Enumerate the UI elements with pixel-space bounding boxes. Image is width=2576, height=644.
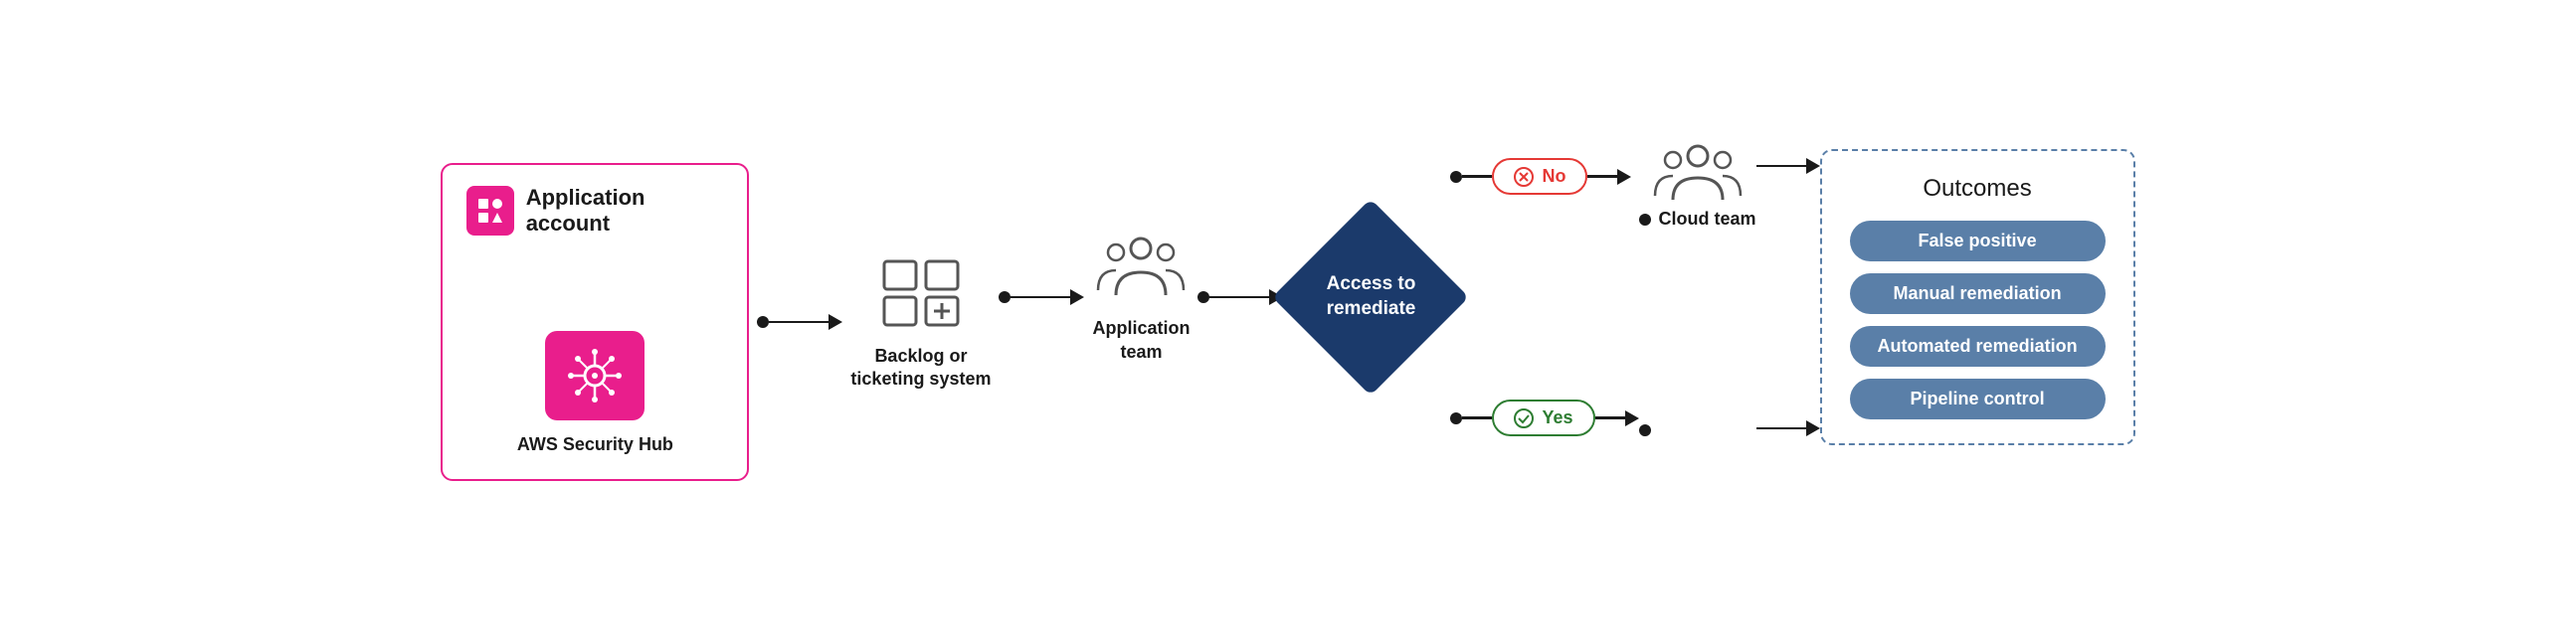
arrow-line-2: [1011, 296, 1070, 299]
cloud-team-icon: [1653, 138, 1743, 208]
backlog-icon: [876, 253, 966, 333]
outcome-false-positive: False positive: [1850, 221, 2106, 261]
no-outcomes-line: [1756, 165, 1806, 168]
yes-outcomes-head: [1806, 420, 1820, 436]
no-arrow-head: [1617, 169, 1631, 185]
branch-area: No Yes: [1450, 138, 1638, 456]
diagram: Application account: [0, 0, 2576, 644]
outcome-manual: Manual remediation: [1850, 273, 2106, 314]
no-branch-dot: [1450, 171, 1462, 183]
arrow-head-2: [1070, 289, 1084, 305]
right-branch-area: Cloud team: [1639, 138, 1756, 456]
app-team-node: Application team: [1092, 231, 1190, 364]
yes-icon: [1514, 408, 1534, 428]
no-branch: No: [1450, 158, 1631, 195]
arrow-head-1: [828, 314, 842, 330]
yes-line-2: [1595, 416, 1625, 419]
arrow-yes-to-outcomes: [1756, 420, 1820, 436]
app-team-icon: [1096, 231, 1186, 305]
arrow-dot-2: [999, 291, 1011, 303]
app-account-icon: [466, 186, 513, 236]
arrow-no-to-outcomes: [1756, 158, 1820, 174]
arrow-2: [999, 289, 1084, 305]
yes-arrow-head: [1625, 410, 1639, 426]
cloud-team-node: Cloud team: [1639, 138, 1756, 231]
yes-outcomes-line: [1756, 427, 1806, 430]
outcomes-arrows: [1756, 138, 1820, 456]
yes-line-1: [1462, 416, 1492, 419]
outcome-automated: Automated remediation: [1850, 326, 2106, 367]
no-line-1: [1462, 175, 1492, 178]
backlog-label: Backlog or ticketing system: [850, 345, 991, 392]
arrow-dot-1: [757, 316, 769, 328]
outcomes-title: Outcomes: [1850, 175, 2106, 203]
arrow-3: [1197, 289, 1283, 305]
arrow-1: [757, 314, 842, 330]
no-badge: No: [1492, 158, 1587, 195]
diamond-label: Access to remediate: [1327, 272, 1416, 321]
cloud-team-dot: [1639, 214, 1651, 226]
app-account-box: Application account: [441, 163, 749, 481]
security-hub-label: AWS Security Hub: [517, 434, 673, 455]
app-account-title: Application account: [526, 185, 724, 237]
app-team-label: Application team: [1092, 317, 1190, 364]
yes-right-connector: [1639, 424, 1651, 436]
yes-right-dot: [1639, 424, 1651, 436]
backlog-node: Backlog or ticketing system: [850, 253, 991, 392]
yes-badge: Yes: [1492, 400, 1594, 436]
arrow-dot-3: [1197, 291, 1209, 303]
security-hub-icon: [545, 331, 644, 420]
arrow-line-3: [1209, 296, 1269, 299]
no-outcomes-head: [1806, 158, 1820, 174]
no-line-2: [1587, 175, 1617, 178]
outcomes-panel: Outcomes False positive Manual remediati…: [1820, 149, 2135, 445]
security-hub-container: AWS Security Hub: [517, 331, 673, 455]
yes-branch-dot: [1450, 412, 1462, 424]
arrow-line-1: [769, 321, 828, 324]
outcome-pipeline: Pipeline control: [1850, 379, 2106, 419]
app-account-header: Application account: [466, 185, 723, 237]
yes-branch: Yes: [1450, 400, 1638, 436]
no-icon: [1514, 167, 1534, 187]
cloud-team-label: Cloud team: [1659, 208, 1756, 231]
diamond-node: Access to remediate: [1291, 218, 1450, 377]
